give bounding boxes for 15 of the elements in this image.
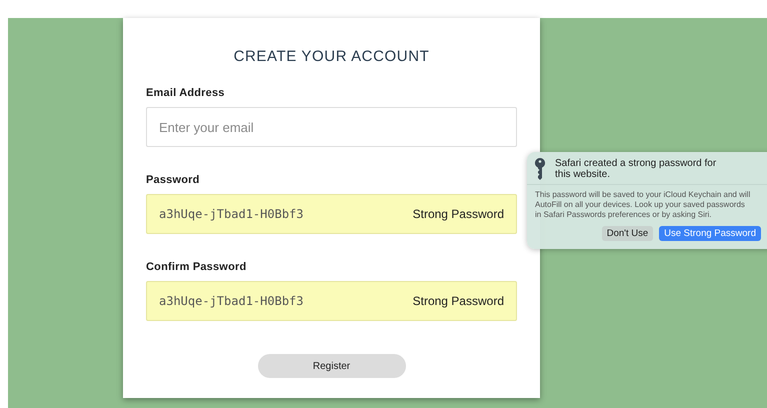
field-label: Confirm Password: [146, 261, 248, 273]
key-icon: [535, 158, 545, 180]
field-label: Email Address: [146, 87, 226, 99]
popover-text: This password will be saved to your iCloud Keychain and will AutoFill on all your devices. Look up your saved passwords in Safari Passwords preferences or by asking Siri.: [534, 189, 752, 220]
password-field[interactable]: a3hUqe-jTbad1-H0Bbf3 Strong Password: [146, 281, 517, 321]
dont-use-button[interactable]: Don't Use: [602, 226, 654, 241]
popover-title: Safari created a strong password for this website.: [555, 158, 718, 180]
register-button[interactable]: Register: [258, 354, 406, 378]
use-password-button[interactable]: Use Strong Password: [659, 226, 761, 241]
field-label: Password: [146, 174, 201, 186]
strong-password-label: Strong Password: [412, 294, 504, 308]
password-field[interactable]: a3hUqe-jTbad1-H0Bbf3 Strong Password: [146, 194, 517, 234]
strong-password-label: Strong Password: [412, 207, 504, 221]
form-title: CREATE YOUR ACCOUNT: [232, 48, 430, 65]
email-field[interactable]: Enter your email: [146, 107, 517, 147]
